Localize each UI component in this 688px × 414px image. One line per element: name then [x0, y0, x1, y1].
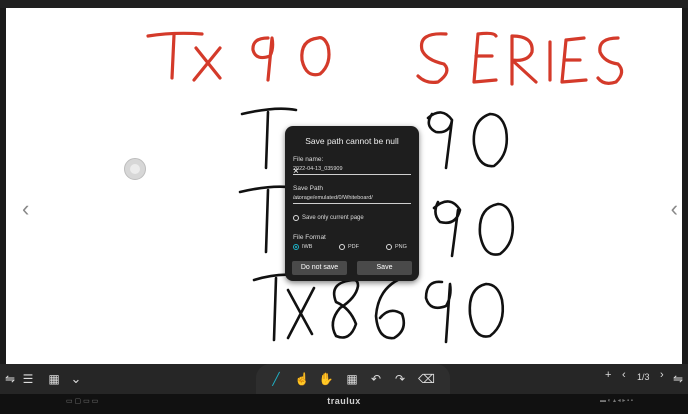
select-hand-icon[interactable]: ☝ — [294, 370, 310, 388]
save-only-current-option[interactable]: Save only current page — [293, 215, 364, 221]
page-indicator: 1/3 — [637, 372, 650, 382]
radio-checked-icon — [293, 244, 299, 250]
left-nav-arrow[interactable]: ‹ — [22, 198, 29, 220]
handwriting-title — [146, 31, 624, 86]
monitor-bezel-bottom: ▭ ▢ ▭ ▭ traulux ▬ ◐ ▴ ◂ ▸ ▪ ▪ — [0, 394, 688, 414]
save-path-label: Save Path — [293, 185, 323, 192]
file-name-label: File name: — [293, 156, 324, 163]
clear-board-icon[interactable]: ⌫ — [418, 370, 435, 388]
save-dialog: Save path cannot be null File name: 2022… — [285, 126, 419, 281]
eraser-hand-icon[interactable]: ✋ — [318, 370, 334, 388]
swap-side-icon[interactable]: ⇋ — [670, 370, 686, 388]
browse-icon[interactable]: ··· — [293, 195, 409, 202]
format-option-pdf[interactable]: PDF — [339, 244, 359, 250]
apps-grid-icon[interactable]: ▦ — [46, 370, 62, 388]
radio-icon — [339, 244, 345, 250]
add-page-button[interactable]: + — [605, 369, 611, 381]
pen-icon[interactable]: ╱ — [268, 370, 284, 388]
do-not-save-button[interactable]: Do not save — [292, 261, 347, 275]
next-page-button[interactable]: › — [660, 369, 664, 381]
redo-icon[interactable]: ↷ — [392, 370, 408, 388]
undo-icon[interactable]: ↶ — [368, 370, 384, 388]
right-nav-arrow[interactable]: ‹ — [671, 198, 678, 220]
file-format-label: File Format — [293, 234, 326, 241]
radio-icon — [293, 215, 299, 221]
prev-page-button[interactable]: ‹ — [622, 369, 626, 381]
save-button[interactable]: Save — [357, 261, 412, 275]
settings-sliders-icon[interactable]: ☰ — [20, 370, 36, 388]
monitor-bezel-top — [0, 0, 688, 8]
radio-icon — [386, 244, 392, 250]
format-label: IWB — [302, 244, 313, 250]
system-tray-icons: ▬ ◐ ▴ ◂ ▸ ▪ ▪ — [600, 398, 633, 404]
save-only-current-label: Save only current page — [302, 215, 364, 221]
format-option-png[interactable]: PNG — [386, 244, 407, 250]
clear-icon[interactable]: × — [293, 166, 409, 177]
tool-palette: ╱ ☝ ✋ ▦ ↶ ↷ ⌫ — [256, 364, 450, 394]
dialog-title: Save path cannot be null — [305, 136, 399, 146]
chevron-down-icon[interactable]: ⌄ — [68, 370, 84, 388]
floating-menu-button[interactable] — [124, 158, 146, 180]
tools-grid-icon[interactable]: ▦ — [344, 370, 360, 388]
format-label: PDF — [348, 244, 359, 250]
save-path-field[interactable]: /storage/emulated/0/Whiteboard/ ··· — [293, 194, 411, 204]
brand-logo: traulux — [327, 396, 361, 406]
file-name-field[interactable]: 2022-04-13_035909 × — [293, 165, 411, 177]
swap-side-icon[interactable]: ⇋ — [2, 370, 18, 388]
format-label: PNG — [395, 244, 407, 250]
format-option-iwb[interactable]: IWB — [293, 244, 312, 250]
bottom-toolbar: ⇋ ☰ ▦ ⌄ ╱ ☝ ✋ ▦ ↶ ↷ ⌫ + ‹ 1/3 › ⇋ — [0, 364, 688, 394]
